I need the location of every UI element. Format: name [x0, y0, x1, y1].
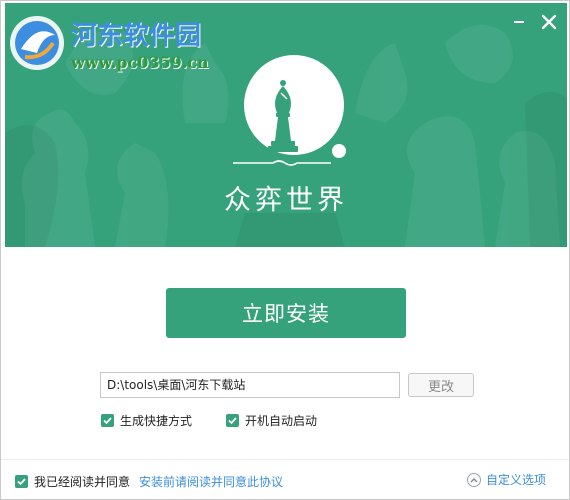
chess-bishop-icon — [233, 55, 346, 166]
agree-checkbox[interactable] — [15, 475, 28, 488]
watermark-url: www.pc0359.cn — [71, 53, 209, 72]
checkmark-icon — [17, 478, 26, 486]
create-shortcut-option[interactable]: 生成快捷方式 — [101, 412, 192, 429]
watermark-title: 河东软件园 — [71, 21, 202, 51]
install-now-button[interactable]: 立即安装 — [166, 288, 406, 338]
autostart-label: 开机自动启动 — [245, 414, 318, 428]
create-shortcut-checkbox[interactable] — [101, 414, 114, 427]
brand-name: 众弈世界 — [224, 185, 348, 216]
footer-divider — [1, 459, 569, 460]
custom-options-label: 自定义选项 — [486, 473, 547, 487]
install-path-input[interactable]: D:\tools\桌面\河东下载站 — [100, 372, 400, 398]
chevron-up-icon — [467, 472, 481, 487]
agree-label: 我已经阅读并同意 — [34, 475, 131, 489]
installer-window: 河东软件园 www.pc0359.cn 众弈世界 立即安装 D:\tools\桌… — [0, 0, 570, 500]
watermark: 河东软件园 www.pc0359.cn — [7, 9, 257, 79]
create-shortcut-label: 生成快捷方式 — [120, 414, 193, 428]
agreement-link[interactable]: 安装前请阅读并同意此协议 — [139, 473, 283, 490]
close-button[interactable] — [538, 11, 560, 33]
autostart-checkbox[interactable] — [226, 414, 239, 427]
change-path-button[interactable]: 更改 — [408, 373, 474, 397]
autostart-option[interactable]: 开机自动启动 — [226, 412, 317, 429]
checkmark-icon — [103, 417, 112, 425]
minimize-button[interactable] — [508, 11, 530, 33]
minimize-icon — [514, 21, 524, 23]
custom-options-toggle[interactable]: 自定义选项 — [467, 471, 546, 488]
watermark-logo-icon — [10, 16, 64, 70]
checkmark-icon — [228, 417, 237, 425]
header-banner: 河东软件园 www.pc0359.cn 众弈世界 — [5, 3, 567, 247]
close-icon — [541, 14, 557, 30]
agree-option[interactable]: 我已经阅读并同意 — [15, 473, 130, 490]
